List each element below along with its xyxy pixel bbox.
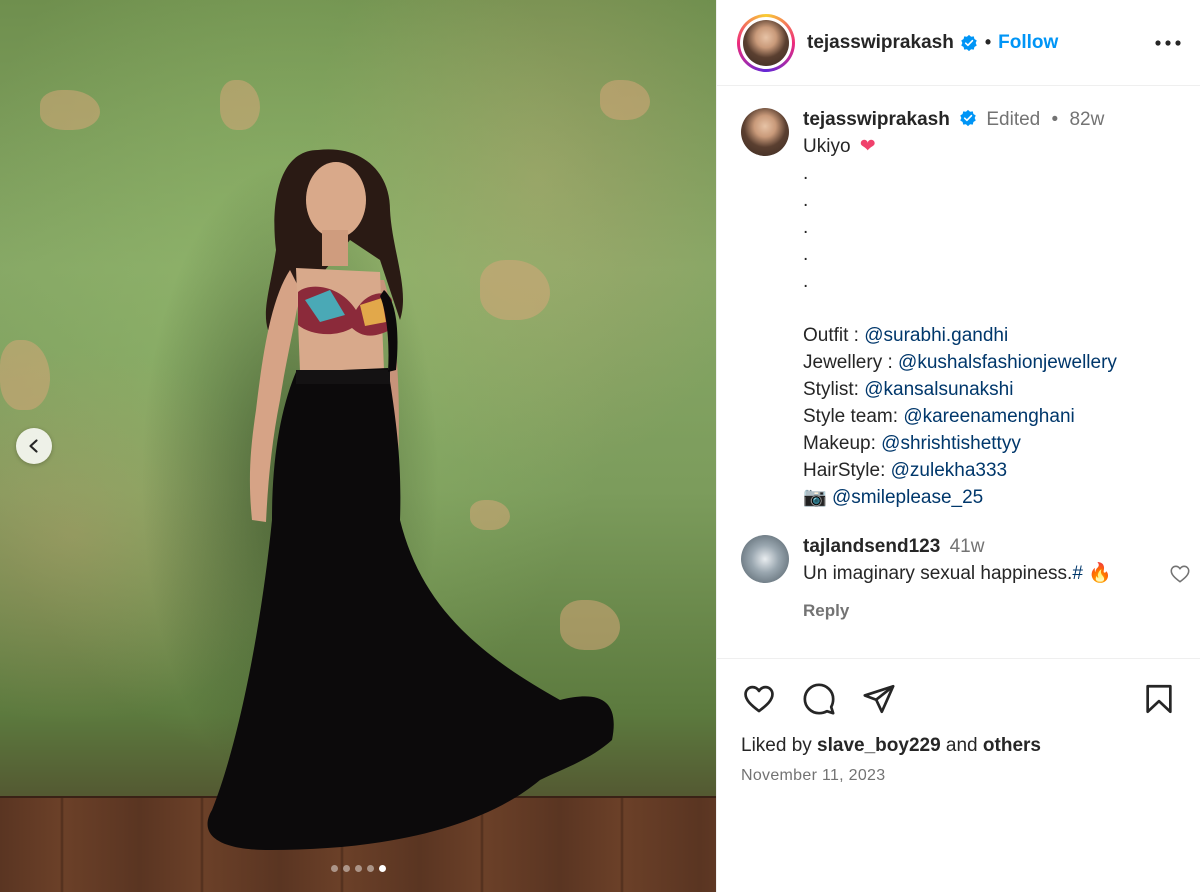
comments-scroll-area[interactable]: tejasswiprakash Edited • 82w Ukiyo ❤ . .… bbox=[717, 86, 1200, 658]
model-figure bbox=[207, 149, 614, 850]
commenter-avatar[interactable] bbox=[741, 535, 789, 583]
credit-line: Stylist: @kansalsunakshi bbox=[803, 376, 1185, 403]
caption-dot: . bbox=[803, 244, 809, 265]
post-media[interactable] bbox=[0, 0, 716, 892]
comment-header: tajlandsend123 41w bbox=[803, 533, 1185, 560]
caption-dot: . bbox=[803, 217, 809, 238]
mention-link[interactable]: @zulekha333 bbox=[891, 460, 1007, 481]
heart-icon bbox=[744, 685, 774, 713]
follow-button[interactable]: Follow bbox=[998, 32, 1058, 54]
verified-badge-icon bbox=[960, 110, 976, 127]
credit-line: 📷 @smileplease_25 bbox=[803, 484, 1185, 511]
save-button[interactable] bbox=[1141, 681, 1177, 717]
fire-emoji: 🔥 bbox=[1088, 563, 1112, 584]
edited-label: Edited bbox=[986, 109, 1041, 130]
liked-by-mid: and bbox=[940, 735, 983, 756]
reply-button[interactable]: Reply bbox=[803, 597, 849, 624]
avatar[interactable] bbox=[741, 108, 789, 156]
like-button[interactable] bbox=[741, 681, 777, 717]
comment-username[interactable]: tajlandsend123 bbox=[803, 536, 940, 557]
caption-username[interactable]: tejasswiprakash bbox=[803, 109, 950, 130]
credit-label: HairStyle: bbox=[803, 460, 891, 481]
chevron-left-icon bbox=[29, 439, 38, 453]
caption-header: tejasswiprakash Edited • 82w bbox=[803, 106, 1185, 133]
more-horizontal-icon bbox=[1155, 39, 1181, 46]
credit-label: Makeup: bbox=[803, 433, 882, 454]
slide-dot bbox=[354, 865, 362, 872]
slide-dot bbox=[330, 865, 338, 872]
liked-by-others[interactable]: others bbox=[983, 735, 1041, 756]
slide-dot bbox=[342, 865, 350, 872]
credit-line: HairStyle: @zulekha333 bbox=[803, 457, 1185, 484]
post-date[interactable]: November 11, 2023 bbox=[741, 767, 1177, 785]
hashtag-link[interactable]: # bbox=[1072, 563, 1083, 584]
bookmark-icon bbox=[1146, 684, 1172, 714]
credit-line: Outfit : @surabhi.gandhi bbox=[803, 322, 1185, 349]
like-comment-heart-icon[interactable] bbox=[1169, 563, 1191, 585]
comment: tajlandsend123 41w Un imaginary sexual h… bbox=[741, 533, 1190, 624]
send-icon bbox=[863, 684, 895, 714]
post-side-panel: tejasswiprakash • Follow tejasswiprakash bbox=[716, 0, 1200, 892]
credit-label: Stylist: bbox=[803, 379, 865, 400]
action-bar bbox=[741, 681, 1177, 717]
mention-link[interactable]: @smileplease_25 bbox=[832, 487, 983, 508]
credit-label: Jewellery : bbox=[803, 352, 899, 373]
credit-line: Style team: @kareenamenghani bbox=[803, 403, 1185, 430]
comment-text-line: Un imaginary sexual happiness.# 🔥 bbox=[803, 560, 1185, 587]
mention-link[interactable]: @shrishtishettyy bbox=[881, 433, 1021, 454]
mention-link[interactable]: @kansalsunakshi bbox=[864, 379, 1013, 400]
caption-dot: . bbox=[803, 163, 809, 184]
verified-badge-icon bbox=[961, 34, 977, 51]
avatar[interactable] bbox=[743, 19, 789, 66]
liked-by-prefix: Liked by bbox=[741, 735, 818, 756]
post-header: tejasswiprakash • Follow bbox=[717, 0, 1200, 86]
slide-dot-active bbox=[378, 865, 386, 872]
post-actions: Liked by slave_boy229 and others Novembe… bbox=[717, 658, 1200, 785]
header-user: tejasswiprakash • Follow bbox=[807, 32, 1058, 54]
comment-icon bbox=[803, 683, 835, 715]
credit-label: Style team: bbox=[803, 406, 904, 427]
camera-emoji: 📷 bbox=[803, 487, 832, 508]
caption-dot: . bbox=[803, 271, 809, 292]
story-ring[interactable] bbox=[737, 13, 795, 72]
heart-emoji: ❤ bbox=[859, 136, 876, 157]
slide-indicator bbox=[0, 865, 716, 872]
previous-slide-button[interactable] bbox=[16, 428, 52, 464]
share-button[interactable] bbox=[861, 681, 897, 717]
comment-age[interactable]: 41w bbox=[950, 536, 985, 557]
header-username[interactable]: tejasswiprakash bbox=[807, 32, 954, 54]
caption: tejasswiprakash Edited • 82w Ukiyo ❤ . .… bbox=[741, 106, 1185, 511]
liked-by-user[interactable]: slave_boy229 bbox=[817, 735, 941, 756]
liked-by-line: Liked by slave_boy229 and others bbox=[741, 735, 1177, 757]
post-age[interactable]: 82w bbox=[1069, 109, 1104, 130]
mention-link[interactable]: @kushalsfashionjewellery bbox=[898, 352, 1117, 373]
mention-link[interactable]: @surabhi.gandhi bbox=[864, 325, 1008, 346]
separator-dot: • bbox=[984, 32, 992, 52]
comment-text: Un imaginary sexual happiness. bbox=[803, 563, 1073, 584]
comment-button[interactable] bbox=[801, 681, 837, 717]
caption-text-line: Ukiyo ❤ bbox=[803, 133, 1185, 160]
caption-text: Ukiyo bbox=[803, 136, 851, 157]
more-options-button[interactable] bbox=[1152, 27, 1184, 59]
credit-line: Makeup: @shrishtishettyy bbox=[803, 430, 1185, 457]
caption-dot: . bbox=[803, 190, 809, 211]
separator-dot: • bbox=[1051, 109, 1059, 130]
mention-link[interactable]: @kareenamenghani bbox=[903, 406, 1074, 427]
credit-label: Outfit : bbox=[803, 325, 865, 346]
slide-dot bbox=[366, 865, 374, 872]
credit-line: Jewellery : @kushalsfashionjewellery bbox=[803, 349, 1185, 376]
